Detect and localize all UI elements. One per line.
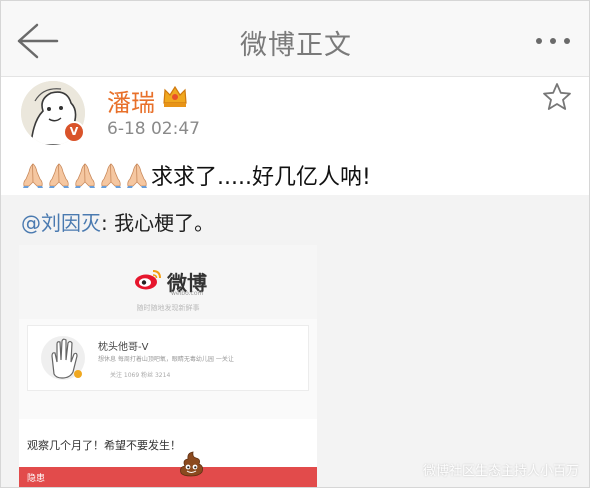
mention-link[interactable]: @刘因灭 — [21, 211, 101, 235]
embed-logo-sub: weibo.com — [171, 290, 204, 297]
hand-avatar-icon — [41, 336, 85, 380]
nav-bar: 微博正文 — [1, 1, 589, 77]
embed-slogan: 随时随地发现新鲜事 — [136, 304, 200, 312]
post-body: 求求了.....好几亿人呐! — [21, 159, 371, 191]
embed-red-bar: 隐患 — [19, 467, 317, 487]
embed-message: 观察几个月了！希望不要发生！ — [27, 439, 181, 452]
crown-badge-icon — [163, 85, 187, 107]
embedded-screenshot[interactable]: 微博 weibo.com 随时随地发现新鲜事 枕头他哥-V 想休息 每周打着山顶… — [19, 245, 317, 487]
repost-comment-line: @刘因灭: 我心梗了。 — [21, 207, 214, 236]
pray-hands-icon — [23, 163, 43, 188]
verified-badge: V — [63, 121, 85, 143]
embed-profile-name: 枕头他哥-V — [98, 342, 149, 353]
pray-hands-icon — [101, 163, 121, 188]
favorite-button[interactable] — [541, 81, 573, 113]
pray-hands-icon — [127, 163, 147, 188]
more-button[interactable] — [533, 31, 573, 51]
post-timestamp: 6-18 02:47 — [107, 119, 200, 139]
repost-section[interactable]: @刘因灭: 我心梗了。 微博 weibo.com 随时随地发现新鲜事 枕头他哥-… — [1, 195, 589, 487]
pray-hands-icon — [49, 163, 69, 188]
weibo-post-screen: 微博正文 V 潘瑞 6-18 02:47 求求了.....好几亿人呐! @刘因灭… — [0, 0, 590, 488]
embed-profile-stats: 关注 1069 粉丝 3214 — [110, 372, 171, 379]
page-title: 微博正文 — [240, 30, 352, 61]
watermark-text: 微博社区生态主持人小百万 — [422, 464, 579, 479]
post-text: 求求了.....好几亿人呐! — [151, 165, 371, 190]
post-header: V 潘瑞 6-18 02:47 — [1, 77, 589, 155]
pray-hands-icon — [75, 163, 95, 188]
poop-emoji-icon — [180, 451, 203, 477]
embed-profile-desc: 想休息 每周打着山顶吧氧，眼睛无毒幼儿园 一关让 — [98, 356, 234, 363]
embed-header: 微博 weibo.com 随时随地发现新鲜事 — [19, 245, 317, 319]
star-icon — [543, 83, 571, 110]
pray-emoji-row — [21, 162, 149, 188]
embed-profile-card: 枕头他哥-V 想休息 每周打着山顶吧氧，眼睛无毒幼儿园 一关让 关注 1069 … — [27, 325, 309, 391]
username[interactable]: 潘瑞 — [107, 83, 155, 118]
repost-comment: : 我心梗了。 — [101, 211, 215, 235]
embed-red-bar-label: 隐患 — [27, 474, 46, 484]
more-dots-icon — [536, 38, 570, 44]
weibo-logo-icon — [135, 270, 161, 290]
